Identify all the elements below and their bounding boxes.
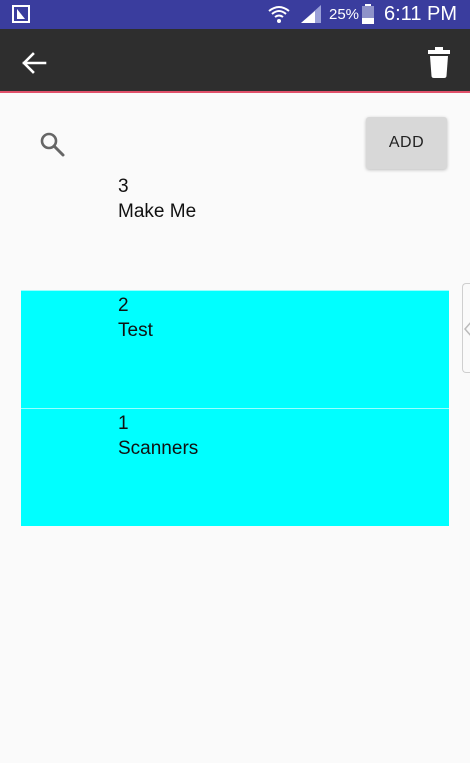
status-time: 6:11 PM: [384, 3, 457, 25]
chevron-left-icon: [464, 322, 470, 336]
item-name: Test: [118, 320, 153, 341]
status-bar: 25% 6:11 PM: [0, 0, 470, 29]
list-item[interactable]: 1 Scanners: [21, 408, 449, 526]
add-button[interactable]: ADD: [366, 117, 447, 169]
drawer-handle[interactable]: [462, 283, 470, 373]
app-notification-icon: [12, 5, 30, 23]
wifi-icon: [268, 6, 290, 23]
item-number: 1: [118, 413, 129, 434]
item-list: 3 Make Me 2 Test 1 Scanners: [21, 172, 449, 526]
item-name: Scanners: [118, 438, 199, 459]
search-icon[interactable]: [38, 130, 66, 158]
signal-icon: [301, 5, 321, 23]
list-item[interactable]: 3 Make Me: [21, 172, 449, 290]
item-name: Make Me: [118, 201, 197, 222]
list-item[interactable]: 2 Test: [21, 290, 449, 408]
trash-icon[interactable]: [424, 45, 454, 79]
app-bar: [0, 29, 470, 93]
arrow-back-icon[interactable]: [18, 47, 50, 79]
battery-icon: [362, 4, 374, 24]
item-number: 3: [118, 176, 129, 197]
item-number: 2: [118, 295, 129, 316]
battery-percent: 25%: [329, 6, 360, 23]
